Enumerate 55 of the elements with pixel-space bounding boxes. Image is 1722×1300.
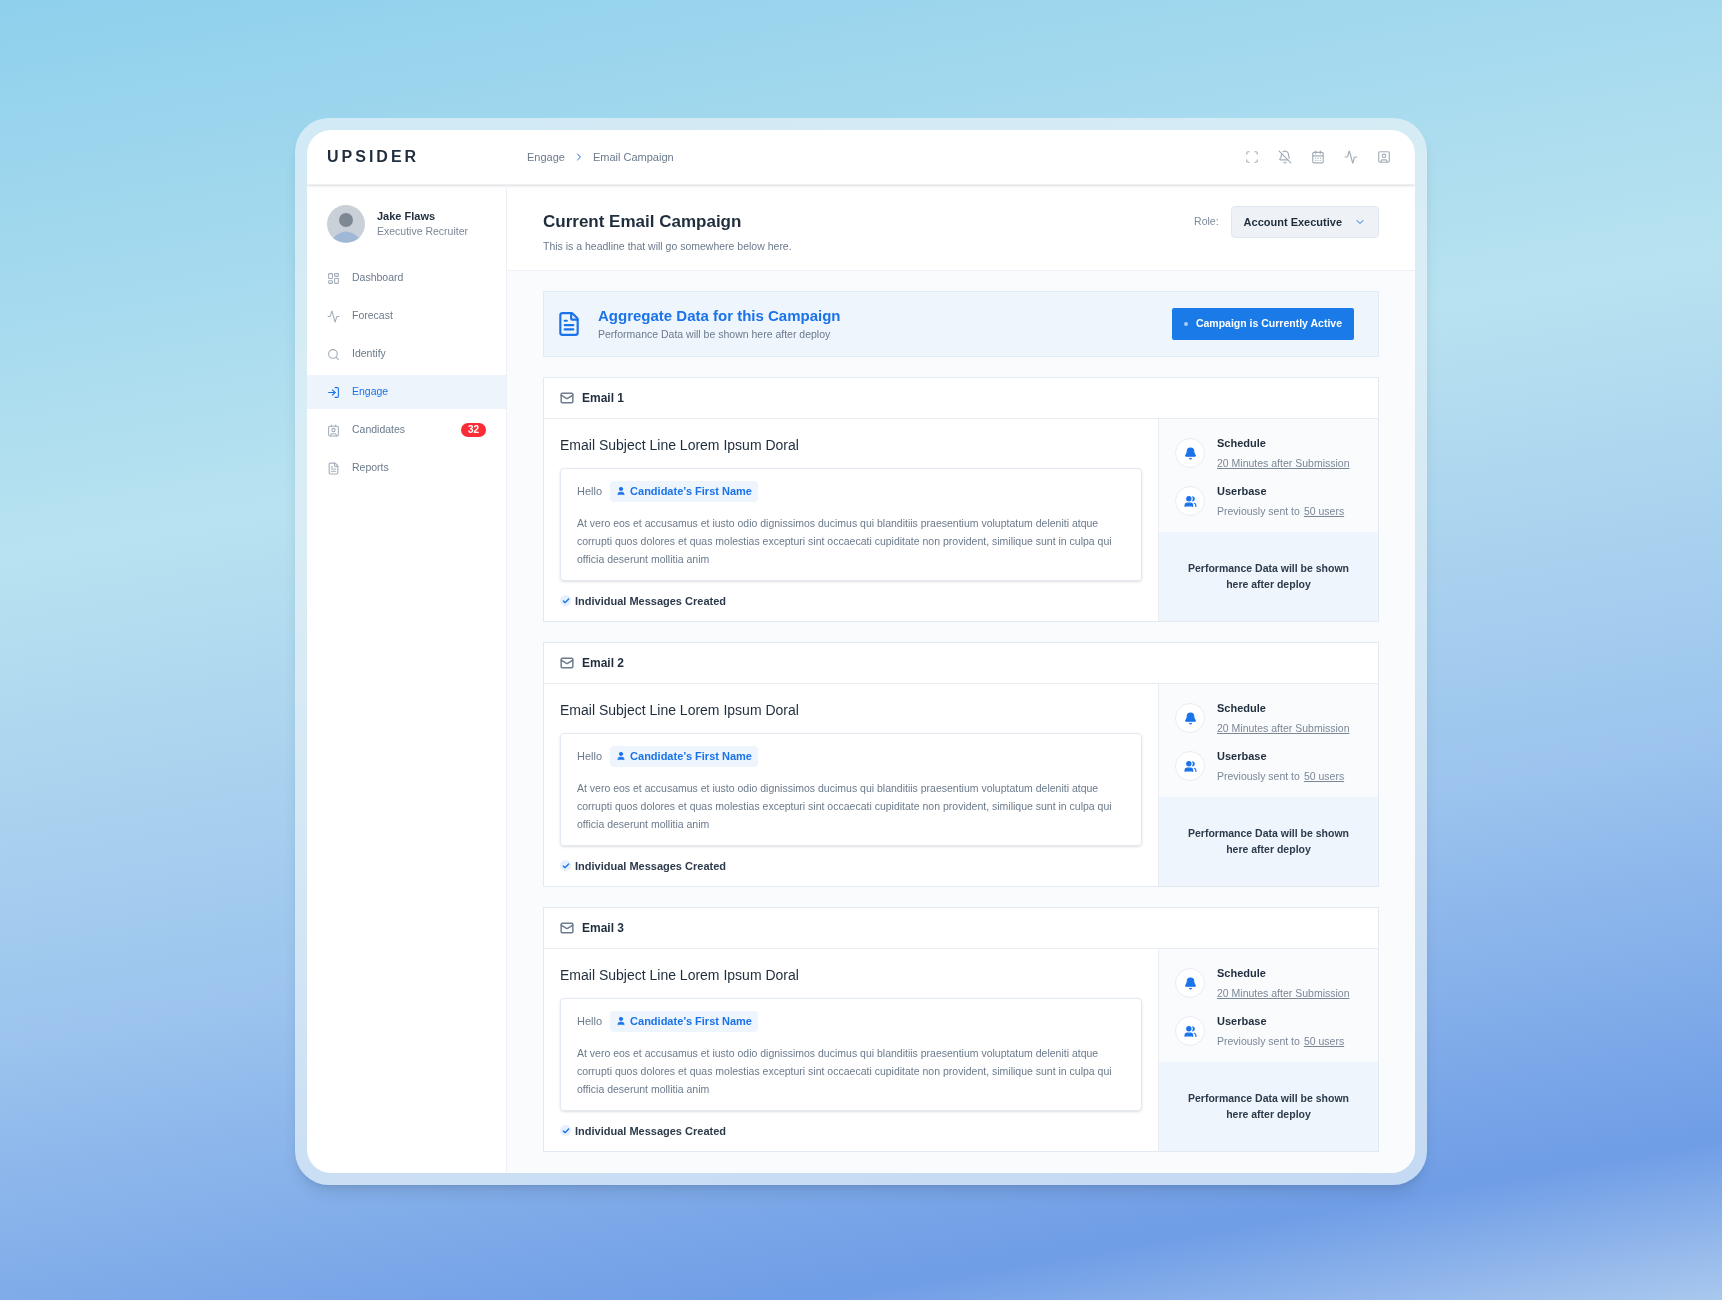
greeting-text: Hello bbox=[577, 1014, 603, 1029]
schedule-link[interactable]: 20 Minutes after Submission bbox=[1217, 985, 1350, 1002]
schedule-link[interactable]: 20 Minutes after Submission bbox=[1217, 455, 1350, 472]
name-token: Candidate’s First Name bbox=[610, 746, 758, 767]
nav-item[interactable]: Candidates 32 bbox=[307, 413, 506, 447]
nav-item[interactable]: Dashboard bbox=[307, 261, 506, 295]
nav-item[interactable]: Forecast bbox=[307, 299, 506, 333]
email-subject: Email Subject Line Lorem Ipsum Doral bbox=[560, 436, 800, 455]
status-text: Individual Messages Created bbox=[575, 858, 726, 874]
name-token: Candidate’s First Name bbox=[610, 481, 758, 502]
page-title: Current Email Campaign bbox=[543, 211, 743, 233]
email-subject: Email Subject Line Lorem Ipsum Doral bbox=[560, 966, 800, 985]
greeting-text: Hello bbox=[577, 484, 603, 499]
nav-item[interactable]: Identify bbox=[307, 337, 506, 371]
schedule-label: Schedule bbox=[1217, 966, 1267, 981]
users-link[interactable]: 50 users bbox=[1303, 1033, 1345, 1050]
name-token: Candidate’s First Name bbox=[610, 1011, 758, 1032]
userbase-label: Userbase bbox=[1217, 749, 1268, 765]
campaign-status-button[interactable]: Campaign is Currently Active bbox=[1171, 308, 1354, 340]
message-body: At vero eos et accusamus et iusto odio dignissimos ducimus qui blanditiis praesentium voluptatum deleniti atque corrupti quos dolores et quas molestias excepturi sint occaecati cupiditate non provident, similique sunt in culpa qui officia deserunt mollitia anim bbox=[577, 515, 1113, 567]
nav-item[interactable]: Reports bbox=[307, 451, 506, 485]
performance-note: Performance Data will be shown here after deploy bbox=[1186, 561, 1350, 593]
users-link[interactable]: 50 users bbox=[1303, 503, 1345, 520]
breadcrumb-link[interactable]: Engage bbox=[527, 148, 565, 166]
email-title: Email 2 bbox=[582, 655, 625, 672]
schedule-label: Schedule bbox=[1217, 701, 1267, 716]
role-label: Role: bbox=[1194, 214, 1219, 230]
schedule-label: Schedule bbox=[1217, 436, 1267, 451]
user-name: Jake Flaws bbox=[377, 208, 437, 224]
userbase-text: Previously sent to bbox=[1217, 1033, 1300, 1049]
email-title: Email 3 bbox=[582, 920, 625, 937]
banner-subtitle: Performance Data will be shown here after deploy bbox=[598, 327, 832, 343]
userbase-text: Previously sent to bbox=[1217, 768, 1300, 784]
userbase-label: Userbase bbox=[1217, 484, 1268, 500]
greeting-text: Hello bbox=[577, 749, 603, 764]
message-body: At vero eos et accusamus et iusto odio dignissimos ducimus qui blanditiis praesentium voluptatum deleniti atque corrupti quos dolores et quas molestias excepturi sint occaecati cupiditate non provident, similique sunt in culpa qui officia deserunt mollitia anim bbox=[577, 1045, 1113, 1097]
performance-note: Performance Data will be shown here after deploy bbox=[1186, 826, 1350, 858]
role-dropdown[interactable]: Account Executive bbox=[1230, 206, 1379, 238]
userbase-label: Userbase bbox=[1217, 1014, 1268, 1030]
schedule-link[interactable]: 20 Minutes after Submission bbox=[1217, 720, 1350, 737]
userbase-text: Previously sent to bbox=[1217, 503, 1300, 519]
nav-item[interactable]: Engage bbox=[307, 375, 506, 409]
email-title: Email 1 bbox=[582, 390, 625, 407]
logo: UPSIDER bbox=[327, 148, 420, 165]
banner-title: Aggregate Data for this Campaign bbox=[598, 305, 842, 326]
message-body: At vero eos et accusamus et iusto odio dignissimos ducimus qui blanditiis praesentium voluptatum deleniti atque corrupti quos dolores et quas molestias excepturi sint occaecati cupiditate non provident, similique sunt in culpa qui officia deserunt mollitia anim bbox=[577, 780, 1113, 832]
email-subject: Email Subject Line Lorem Ipsum Doral bbox=[560, 701, 800, 720]
count-badge: 32 bbox=[460, 423, 486, 437]
user-role: Executive Recruiter bbox=[377, 224, 469, 240]
breadcrumb-link[interactable]: Email Campaign bbox=[592, 148, 674, 166]
performance-note: Performance Data will be shown here after deploy bbox=[1186, 1091, 1350, 1123]
status-text: Individual Messages Created bbox=[575, 1123, 726, 1139]
page-subtitle: This is a headline that will go somewhere below here. bbox=[543, 238, 792, 254]
users-link[interactable]: 50 users bbox=[1303, 768, 1345, 785]
status-text: Individual Messages Created bbox=[575, 593, 726, 609]
